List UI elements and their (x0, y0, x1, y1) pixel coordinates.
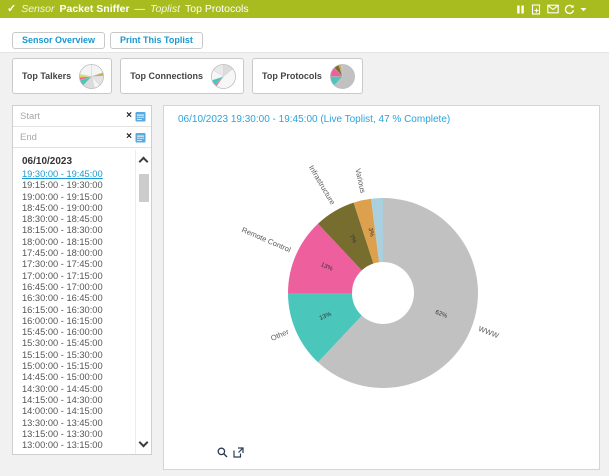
end-date-input[interactable] (20, 132, 123, 143)
time-range-item[interactable]: 18:45:00 - 19:00:00 (22, 203, 135, 214)
mini-pie-icon (329, 63, 356, 90)
time-range-item[interactable]: 15:00:00 - 15:15:00 (22, 361, 135, 372)
header-action-icons (515, 4, 587, 15)
slice-category-label: Various (353, 168, 367, 194)
slice-category-label: Infrastructure (307, 164, 337, 207)
start-clear-icon[interactable]: × (126, 111, 132, 121)
toplist-card-label: Top Connections (130, 71, 203, 81)
scroll-down-icon[interactable] (139, 438, 149, 448)
scroll-up-icon[interactable] (139, 157, 149, 167)
email-icon[interactable] (547, 4, 559, 14)
time-range-item[interactable]: 16:45:00 - 17:00:00 (22, 282, 135, 293)
refresh-dropdown-caret-icon[interactable] (580, 7, 587, 12)
time-range-area: 06/10/2023 19:30:00 - 19:45:0019:15:00 -… (13, 150, 135, 454)
breadcrumb-separator: — (135, 3, 146, 15)
time-filter-panel: × × 06/10/2023 19:30:00 - 19:45:0019:15:… (12, 105, 152, 455)
start-date-input[interactable] (20, 111, 123, 122)
time-range-item[interactable]: 19:30:00 - 19:45:00 (22, 169, 135, 180)
chart-tools (217, 447, 244, 458)
time-range-item[interactable]: 15:30:00 - 15:45:00 (22, 338, 135, 349)
start-calendar-icon[interactable] (135, 111, 146, 122)
toplist-kind-label: Toplist (150, 3, 180, 15)
sensor-header-bar: ✓ Sensor Packet Sniffer — Toplist Top Pr… (0, 0, 609, 18)
end-clear-icon[interactable]: × (126, 132, 132, 142)
time-list-scrollbar[interactable] (135, 150, 151, 454)
report-icon[interactable] (531, 4, 542, 15)
time-range-item[interactable]: 16:15:00 - 16:30:00 (22, 305, 135, 316)
end-calendar-icon[interactable] (135, 132, 146, 143)
toplist-card-label: Top Protocols (262, 71, 322, 81)
time-range-item[interactable]: 17:45:00 - 18:00:00 (22, 248, 135, 259)
slice-category-label: WWW (477, 324, 501, 341)
toplist-card-top-talkers[interactable]: Top Talkers (12, 58, 112, 94)
time-range-item[interactable]: 16:00:00 - 16:15:00 (22, 316, 135, 327)
date-header: 06/10/2023 (22, 156, 135, 167)
prtg-app: ✓ Sensor Packet Sniffer — Toplist Top Pr… (0, 0, 609, 476)
slice-category-label: Remote Control (240, 225, 292, 254)
time-range-item[interactable]: 14:30:00 - 14:45:00 (22, 384, 135, 395)
toplist-cards: Top Talkers Top Connections Top Protocols (12, 58, 363, 94)
time-range-item[interactable]: 13:30:00 - 13:45:00 (22, 418, 135, 429)
time-range-item[interactable]: 19:00:00 - 19:15:00 (22, 192, 135, 203)
time-range-item[interactable]: 19:15:00 - 19:30:00 (22, 180, 135, 191)
scrollbar-thumb[interactable] (139, 174, 149, 202)
toplist-chart-panel: 06/10/2023 19:30:00 - 19:45:00 (Live Top… (163, 105, 600, 470)
sensor-overview-button[interactable]: Sensor Overview (12, 32, 105, 49)
time-range-list: 19:30:00 - 19:45:0019:15:00 - 19:30:0019… (22, 169, 135, 451)
status-ok-check-icon: ✓ (7, 4, 16, 15)
time-range-item[interactable]: 17:00:00 - 17:15:00 (22, 271, 135, 282)
time-range-item[interactable]: 18:15:00 - 18:30:00 (22, 225, 135, 236)
time-range-item[interactable]: 13:15:00 - 13:30:00 (22, 429, 135, 440)
page-toolbar: Sensor Overview Print This Toplist (0, 18, 609, 53)
time-range-item[interactable]: 14:45:00 - 15:00:00 (22, 372, 135, 383)
pause-icon[interactable] (515, 4, 526, 15)
time-range-item[interactable]: 16:30:00 - 16:45:00 (22, 293, 135, 304)
print-toplist-button[interactable]: Print This Toplist (110, 32, 203, 49)
mini-pie-icon (78, 63, 105, 90)
protocols-donut-chart[interactable]: 62%WWW13%Other13%Remote Control7%Infrast… (164, 124, 601, 454)
page-title: Top Protocols (185, 3, 249, 15)
slice-category-label: Other (269, 327, 290, 343)
object-kind-label: Sensor (21, 3, 54, 15)
start-date-row: × (13, 106, 151, 127)
toplist-card-label: Top Talkers (22, 71, 71, 81)
time-range-item[interactable]: 18:00:00 - 18:15:00 (22, 237, 135, 248)
time-range-item[interactable]: 14:15:00 - 14:30:00 (22, 395, 135, 406)
end-date-row: × (13, 127, 151, 148)
time-range-item[interactable]: 13:00:00 - 13:15:00 (22, 440, 135, 451)
time-range-item[interactable]: 15:45:00 - 16:00:00 (22, 327, 135, 338)
time-range-item[interactable]: 15:15:00 - 15:30:00 (22, 350, 135, 361)
toplist-card-top-connections[interactable]: Top Connections (120, 58, 244, 94)
time-range-item[interactable]: 14:00:00 - 14:15:00 (22, 406, 135, 417)
time-range-item[interactable]: 18:30:00 - 18:45:00 (22, 214, 135, 225)
sensor-name-link[interactable]: Packet Sniffer (60, 3, 130, 15)
zoom-chart-icon[interactable] (217, 447, 228, 458)
refresh-icon[interactable] (564, 4, 575, 15)
open-in-new-window-icon[interactable] (233, 447, 244, 458)
time-range-item[interactable]: 17:30:00 - 17:45:00 (22, 259, 135, 270)
mini-pie-icon (210, 63, 237, 90)
toplist-card-top-protocols[interactable]: Top Protocols (252, 58, 363, 94)
